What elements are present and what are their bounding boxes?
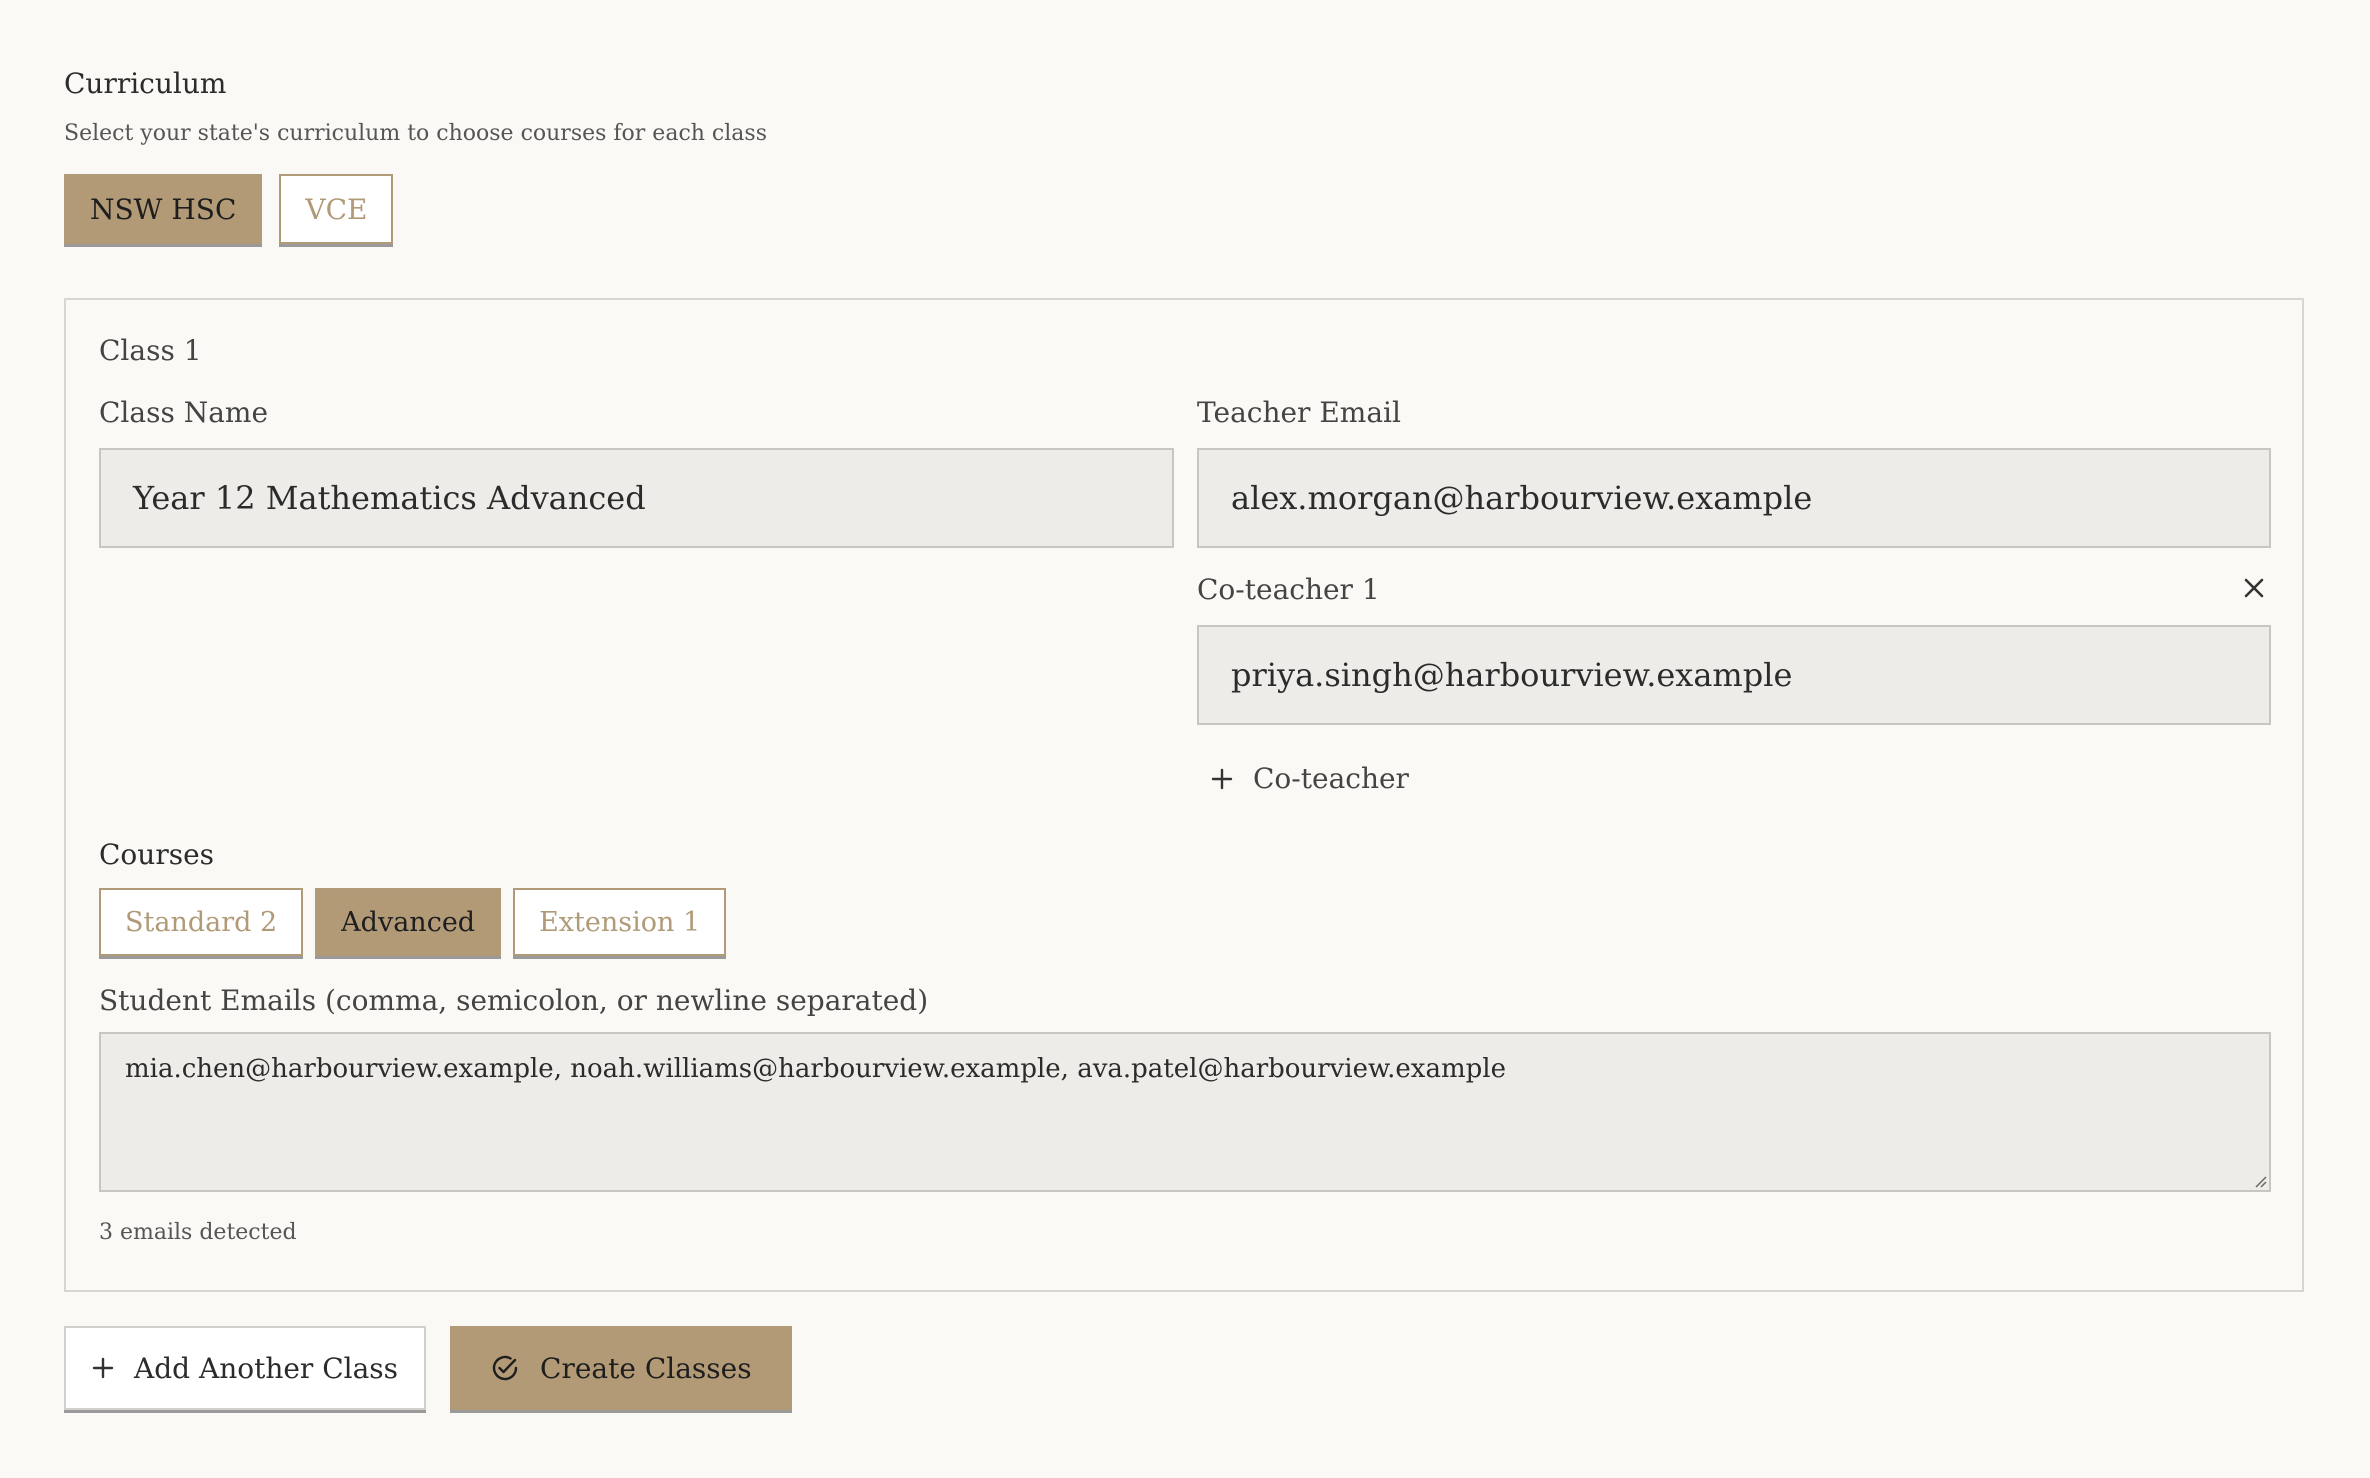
plus-icon	[1211, 768, 1233, 789]
courses-options: Standard 2 Advanced Extension 1	[99, 888, 727, 956]
check-circle-icon	[492, 1355, 518, 1381]
resize-grip-icon[interactable]	[2251, 1172, 2267, 1188]
course-option-advanced[interactable]: Advanced	[315, 888, 502, 956]
add-coteacher-button[interactable]: Co-teacher	[1211, 762, 1409, 795]
section-title: Curriculum	[64, 67, 227, 100]
student-emails-value: mia.chen@harbourview.example, noah.willi…	[125, 1054, 1506, 1084]
student-emails-label: Student Emails (comma, semicolon, or new…	[99, 984, 929, 1017]
plus-icon	[92, 1357, 114, 1379]
close-icon	[2244, 578, 2264, 598]
curriculum-options: NSW HSC VCE	[64, 174, 2306, 244]
course-option-standard-2[interactable]: Standard 2	[99, 888, 304, 956]
remove-coteacher-button[interactable]	[2243, 568, 2265, 608]
class-label: Class 1	[99, 334, 202, 367]
section-subtitle: Select your state's curriculum to choose…	[64, 121, 767, 146]
coteacher-email-input[interactable]: priya.singh@harbourview.example	[1197, 625, 2271, 725]
coteacher-label: Co-teacher 1	[1197, 573, 1380, 606]
create-classes-button[interactable]: Create Classes	[450, 1326, 792, 1410]
teacher-email-input[interactable]: alex.morgan@harbourview.example	[1197, 448, 2271, 548]
course-option-extension-1[interactable]: Extension 1	[513, 888, 727, 956]
add-another-class-label: Add Another Class	[134, 1351, 399, 1385]
courses-label: Courses	[99, 838, 215, 871]
emails-detected-note: 3 emails detected	[99, 1220, 297, 1245]
action-row: Add Another Class Create Classes	[64, 1326, 792, 1410]
curriculum-option-vce[interactable]: VCE	[279, 174, 394, 244]
add-another-class-button[interactable]: Add Another Class	[64, 1326, 427, 1410]
student-emails-textarea[interactable]: mia.chen@harbourview.example, noah.willi…	[99, 1032, 2271, 1192]
create-classes-label: Create Classes	[540, 1351, 752, 1385]
curriculum-option-nsw-hsc[interactable]: NSW HSC	[64, 174, 263, 244]
page: Curriculum Select your state's curriculu…	[64, 64, 2306, 1410]
class-name-input[interactable]: Year 12 Mathematics Advanced	[99, 448, 1174, 548]
teacher-email-label: Teacher Email	[1197, 396, 1401, 429]
add-coteacher-label: Co-teacher	[1253, 762, 1409, 795]
class-card: Class 1 Class Name Year 12 Mathematics A…	[64, 298, 2304, 1292]
class-name-label: Class Name	[99, 396, 269, 429]
